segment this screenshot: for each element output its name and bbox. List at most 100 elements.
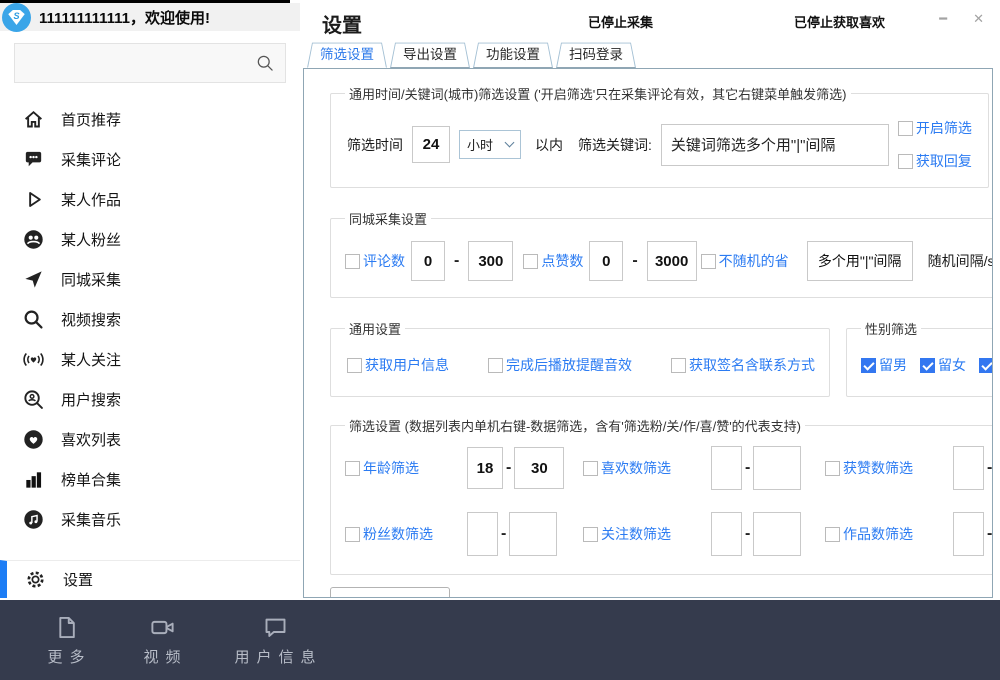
- window-controls: ━ ✕: [939, 10, 984, 28]
- heart-icon: [22, 428, 45, 451]
- sidebar-item-ranking[interactable]: 榜单合集: [0, 459, 300, 499]
- checkbox-play-sound[interactable]: 完成后播放提醒音效: [488, 355, 632, 375]
- music-icon: [22, 508, 45, 531]
- checkbox-keep-male[interactable]: 留男: [861, 355, 907, 375]
- welcome-bar: S 111111111111，欢迎使用!: [0, 3, 300, 35]
- checkbox-enable-filter[interactable]: 开启筛选: [898, 118, 972, 138]
- province-list-input[interactable]: [807, 241, 913, 281]
- like-max-input[interactable]: [647, 241, 697, 281]
- checkbox-praise-count-filter[interactable]: 获赞数筛选: [825, 458, 953, 478]
- sidebar-item-user-works[interactable]: 某人作品: [0, 179, 300, 219]
- gear-icon: [24, 568, 47, 591]
- search-icon: [22, 308, 45, 331]
- tab-filter-settings[interactable]: 筛选设置: [307, 39, 387, 68]
- gender-filter-group: 性别筛选 留男 留女 其它: [846, 319, 993, 397]
- follow-count-max-input[interactable]: [753, 512, 801, 556]
- bottom-dock: 更多 视频 用户信息: [0, 600, 1000, 680]
- sidebar-item-video-search[interactable]: 视频搜索: [0, 299, 300, 339]
- settings-row: 通用设置 获取用户信息 完成后播放提醒音效 获取签名含联系方式: [330, 319, 977, 397]
- checkbox-follow-count-filter[interactable]: 关注数筛选: [583, 524, 711, 544]
- sidebar-item-user-fans[interactable]: 某人粉丝: [0, 219, 300, 259]
- tab-qr-login[interactable]: 扫码登录: [556, 39, 636, 68]
- general-settings-legend: 通用设置: [345, 319, 405, 338]
- filter-keyword-input[interactable]: [661, 124, 889, 166]
- dock-item-video[interactable]: 视频: [114, 614, 210, 667]
- follow-count-min-input[interactable]: [711, 512, 742, 556]
- user-search-icon: [22, 388, 45, 411]
- general-filter-legend: 通用时间/关键词(城市)筛选设置 ('开启筛选'只在采集评论有效，其它右键菜单触…: [345, 84, 851, 103]
- praise-count-min-input[interactable]: [953, 446, 984, 490]
- checkbox-signature-contact[interactable]: 获取签名含联系方式: [671, 355, 815, 375]
- chat-icon: [262, 614, 289, 641]
- tab-function-settings[interactable]: 功能设置: [473, 39, 553, 68]
- checkbox-non-random-province[interactable]: 不随机的省: [701, 251, 789, 271]
- sidebar-item-likes-list[interactable]: 喜欢列表: [0, 419, 300, 459]
- filter-time-input[interactable]: [412, 126, 450, 163]
- general-settings-group: 通用设置 获取用户信息 完成后播放提醒音效 获取签名含联系方式: [330, 319, 830, 397]
- follow-icon: [22, 348, 45, 371]
- tab-bar: 筛选设置 导出设置 功能设置 扫码登录: [300, 42, 1000, 68]
- sidebar-item-home-feed[interactable]: 首页推荐: [0, 99, 300, 139]
- filter-settings-group: 筛选设置 (数据列表内单机右键-数据筛选，含有'筛选粉/关/作/喜/赞'的代表支…: [330, 416, 993, 575]
- comment-min-input[interactable]: [411, 241, 445, 281]
- likes-count-max-input[interactable]: [753, 446, 801, 490]
- search-icon[interactable]: [255, 53, 275, 73]
- main-header: 设置 已停止采集 已停止获取喜欢 ━ ✕: [300, 0, 1000, 42]
- gender-filter-legend: 性别筛选: [861, 319, 921, 338]
- city-collect-legend: 同城采集设置: [345, 209, 431, 228]
- sidebar-item-user-follows[interactable]: 某人关注: [0, 339, 300, 379]
- checkbox-get-user-info[interactable]: 获取用户信息: [347, 355, 449, 375]
- tab-export-settings[interactable]: 导出设置: [390, 39, 470, 68]
- page-title: 设置: [322, 9, 362, 38]
- city-collect-group: 同城采集设置 评论数 - 点赞数 -: [330, 209, 993, 298]
- likes-count-min-input[interactable]: [711, 446, 742, 490]
- filter-row-1: 年龄筛选 - 喜欢数筛选 -: [345, 441, 993, 496]
- file-icon: [53, 614, 80, 641]
- checkbox-fans-count-filter[interactable]: 粉丝数筛选: [345, 524, 467, 544]
- tab-panel: 通用时间/关键词(城市)筛选设置 ('开启筛选'只在采集评论有效，其它右键菜单触…: [303, 68, 993, 598]
- sidebar-item-settings[interactable]: 设置: [0, 560, 300, 598]
- fans-icon: [22, 228, 45, 251]
- panel-footer: 恢复默认设置 已是最新版本: [330, 587, 977, 598]
- works-count-min-input[interactable]: [953, 512, 984, 556]
- sidebar-item-collect-music[interactable]: 采集音乐: [0, 499, 300, 539]
- checkbox-keep-other[interactable]: 其它: [979, 355, 993, 375]
- fans-count-max-input[interactable]: [509, 512, 557, 556]
- comment-icon: [22, 148, 45, 171]
- collect-status-text: 已停止采集: [588, 12, 653, 31]
- checkbox-works-count-filter[interactable]: 作品数筛选: [825, 524, 953, 544]
- like-min-input[interactable]: [589, 241, 623, 281]
- age-min-input[interactable]: [467, 447, 503, 489]
- sidebar-item-city-collect[interactable]: 同城采集: [0, 259, 300, 299]
- minimize-icon[interactable]: ━: [939, 10, 947, 28]
- home-icon: [22, 108, 45, 131]
- within-label: 以内: [535, 135, 563, 155]
- general-filter-group: 通用时间/关键词(城市)筛选设置 ('开启筛选'只在采集评论有效，其它右键菜单触…: [330, 84, 989, 188]
- sidebar-item-user-search[interactable]: 用户搜索: [0, 379, 300, 419]
- search-input[interactable]: [25, 55, 255, 71]
- version-status-link[interactable]: 已是最新版本: [493, 597, 583, 599]
- checkbox-keep-female[interactable]: 留女: [920, 355, 966, 375]
- dock-item-user-info[interactable]: 用户信息: [210, 614, 340, 667]
- age-max-input[interactable]: [514, 447, 564, 489]
- sidebar: S 111111111111，欢迎使用! 首页推荐: [0, 0, 300, 600]
- close-icon[interactable]: ✕: [973, 10, 984, 28]
- dock-item-more[interactable]: 更多: [18, 614, 114, 667]
- comment-max-input[interactable]: [468, 241, 513, 281]
- sidebar-item-collect-comments[interactable]: 采集评论: [0, 139, 300, 179]
- checkbox-age-filter[interactable]: 年龄筛选: [345, 458, 467, 478]
- time-unit-select[interactable]: 小时: [459, 130, 521, 159]
- checkbox-get-replies[interactable]: 获取回复: [898, 151, 972, 171]
- sidebar-search-box: [14, 43, 286, 83]
- sidebar-menu: 首页推荐 采集评论 某人作品: [0, 99, 300, 539]
- fans-count-min-input[interactable]: [467, 512, 498, 556]
- checkbox-likes-count-filter[interactable]: 喜欢数筛选: [583, 458, 711, 478]
- reset-defaults-button[interactable]: 恢复默认设置: [330, 587, 450, 598]
- likes-status-text: 已停止获取喜欢: [794, 12, 885, 31]
- keyword-label: 筛选关键词:: [578, 135, 652, 155]
- filter-settings-legend: 筛选设置 (数据列表内单机右键-数据筛选，含有'筛选粉/关/作/喜/赞'的代表支…: [345, 416, 805, 435]
- main-area: 设置 已停止采集 已停止获取喜欢 ━ ✕ 筛选设置 导出设置 功能设置 扫码登录…: [300, 0, 1000, 600]
- svg-text:S: S: [13, 11, 19, 21]
- checkbox-comment-count[interactable]: 评论数: [345, 251, 405, 271]
- checkbox-like-count[interactable]: 点赞数: [523, 251, 583, 271]
